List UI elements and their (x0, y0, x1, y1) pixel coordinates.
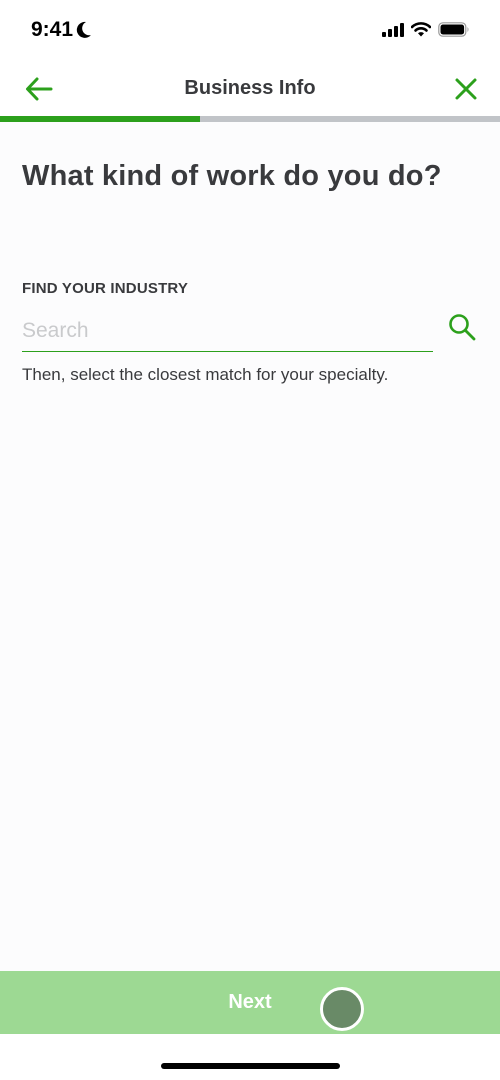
home-indicator[interactable] (161, 1063, 340, 1069)
page-title: Business Info (184, 77, 316, 99)
status-bar: 9:41 (0, 0, 500, 62)
close-icon (455, 78, 477, 100)
signal-icon (382, 22, 404, 37)
find-industry-label: FIND YOUR INDUSTRY (22, 280, 189, 297)
industry-search-input[interactable] (22, 310, 433, 352)
nav-bar: Business Info (0, 62, 500, 116)
wifi-icon (411, 22, 431, 37)
touch-indicator (320, 987, 364, 1031)
next-button[interactable]: Next (0, 971, 500, 1034)
close-button[interactable] (452, 75, 480, 103)
status-time: 9:41 (31, 18, 74, 41)
moon-icon (76, 21, 92, 38)
battery-icon (438, 22, 469, 37)
search-icon[interactable] (447, 312, 477, 342)
question-heading: What kind of work do you do? (22, 160, 442, 192)
status-time-group: 9:41 (31, 18, 92, 42)
progress-fill (0, 116, 200, 122)
bottom-safe-area (0, 1034, 500, 1080)
progress-bar (0, 116, 500, 122)
helper-text: Then, select the closest match for your … (22, 365, 389, 384)
status-icons (382, 22, 470, 37)
